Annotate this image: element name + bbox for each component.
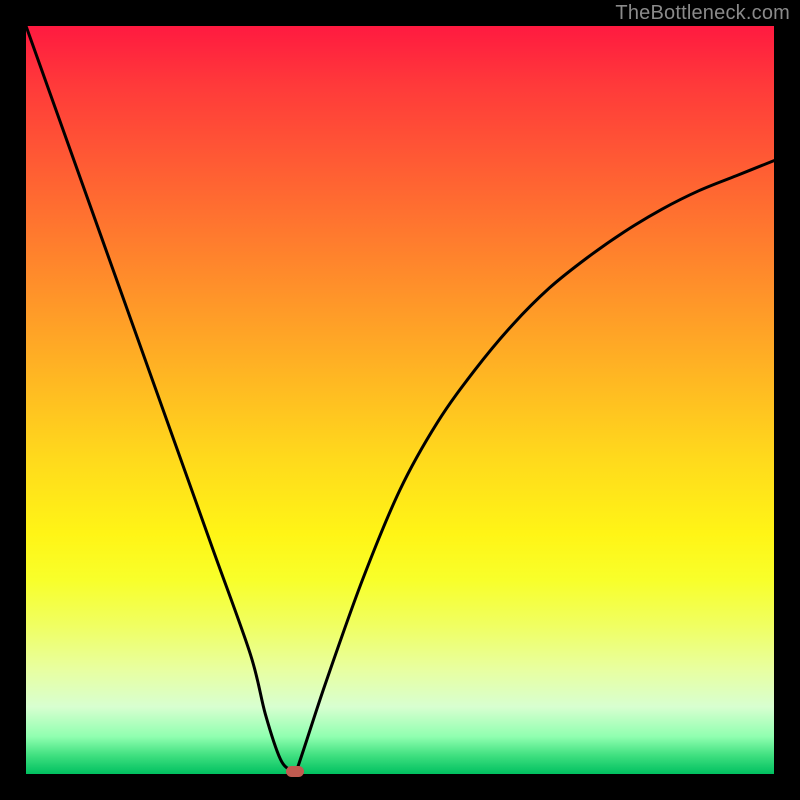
bottleneck-curve: [26, 26, 774, 774]
plot-area: [26, 26, 774, 774]
optimal-point-marker: [286, 766, 304, 777]
chart-frame: TheBottleneck.com: [0, 0, 800, 800]
watermark-text: TheBottleneck.com: [615, 2, 790, 25]
